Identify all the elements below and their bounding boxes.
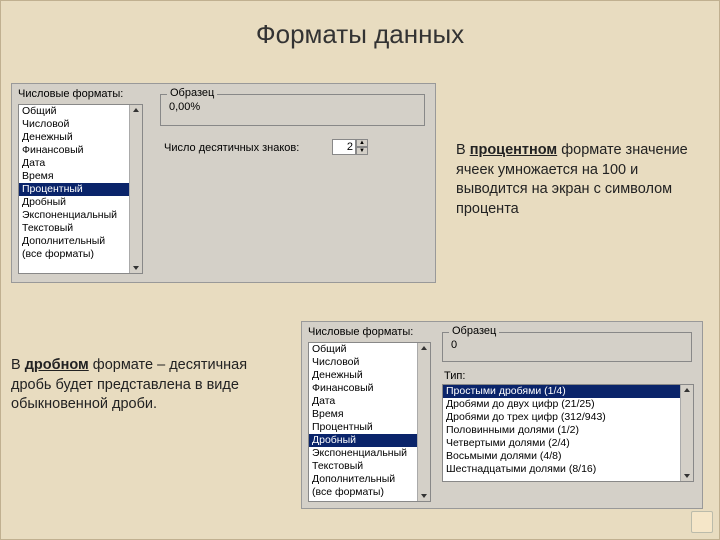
list-item[interactable]: Экспоненциальный (309, 447, 430, 460)
list-item[interactable]: Экспоненциальный (19, 209, 142, 222)
list-item[interactable]: Дробный (309, 434, 430, 447)
scrollbar[interactable] (129, 105, 142, 273)
list-item[interactable]: Половинными долями (1/2) (443, 424, 693, 437)
formats-listbox[interactable]: ОбщийЧисловойДенежныйФинансовыйДатаВремя… (18, 104, 143, 274)
list-item[interactable]: Дата (309, 395, 430, 408)
list-item[interactable]: Простыми дробями (1/4) (443, 385, 693, 398)
list-item[interactable]: Финансовый (19, 144, 142, 157)
list-item[interactable]: (все форматы) (309, 486, 430, 499)
list-item[interactable]: Дробями до двух цифр (21/25) (443, 398, 693, 411)
list-item[interactable]: Дробный (19, 196, 142, 209)
list-item[interactable]: Общий (19, 105, 142, 118)
sample-group: Образец 0 (442, 332, 692, 362)
formats-label: Числовые форматы: (18, 88, 123, 100)
sample-label: Образец (449, 325, 499, 337)
decimals-stepper[interactable]: 2 ▲▼ (332, 139, 368, 155)
list-item[interactable]: Общий (309, 343, 430, 356)
list-item[interactable]: Денежный (309, 369, 430, 382)
fraction-format-panel: Числовые форматы: ОбщийЧисловойДенежныйФ… (301, 321, 703, 509)
corner-icon (691, 511, 713, 533)
list-item[interactable]: Дробями до трех цифр (312/943) (443, 411, 693, 424)
spinner[interactable]: ▲▼ (356, 139, 368, 155)
list-item[interactable]: (все форматы) (19, 248, 142, 261)
list-item[interactable]: Восьмыми долями (4/8) (443, 450, 693, 463)
scrollbar[interactable] (417, 343, 430, 501)
list-item[interactable]: Текстовый (19, 222, 142, 235)
decimals-label: Число десятичных знаков: (164, 142, 299, 154)
formats-label: Числовые форматы: (308, 326, 413, 338)
list-item[interactable]: Числовой (19, 118, 142, 131)
fraction-description: В дробном формате – десятичная дробь буд… (11, 356, 271, 415)
list-item[interactable]: Текстовый (309, 460, 430, 473)
list-item[interactable]: Время (309, 408, 430, 421)
list-item[interactable]: Дополнительный (19, 235, 142, 248)
list-item[interactable]: Процентный (309, 421, 430, 434)
decimals-input[interactable]: 2 (332, 139, 356, 155)
list-item[interactable]: Процентный (19, 183, 142, 196)
types-listbox[interactable]: Простыми дробями (1/4)Дробями до двух ци… (442, 384, 694, 482)
percent-description: В процентном формате значение ячеек умно… (456, 141, 706, 219)
list-item[interactable]: Четвертыми долями (2/4) (443, 437, 693, 450)
list-item[interactable]: Денежный (19, 131, 142, 144)
formats-listbox[interactable]: ОбщийЧисловойДенежныйФинансовыйДатаВремя… (308, 342, 431, 502)
list-item[interactable]: Дата (19, 157, 142, 170)
percent-format-panel: Числовые форматы: ОбщийЧисловойДенежныйФ… (11, 83, 436, 283)
list-item[interactable]: Время (19, 170, 142, 183)
page-title: Форматы данных (1, 1, 719, 64)
type-label: Тип: (444, 370, 465, 382)
sample-group: Образец 0,00% (160, 94, 425, 126)
list-item[interactable]: Финансовый (309, 382, 430, 395)
scrollbar[interactable] (680, 385, 693, 481)
list-item[interactable]: Шестнадцатыми долями (8/16) (443, 463, 693, 476)
sample-label: Образец (167, 87, 217, 99)
list-item[interactable]: Дополнительный (309, 473, 430, 486)
list-item[interactable]: Числовой (309, 356, 430, 369)
